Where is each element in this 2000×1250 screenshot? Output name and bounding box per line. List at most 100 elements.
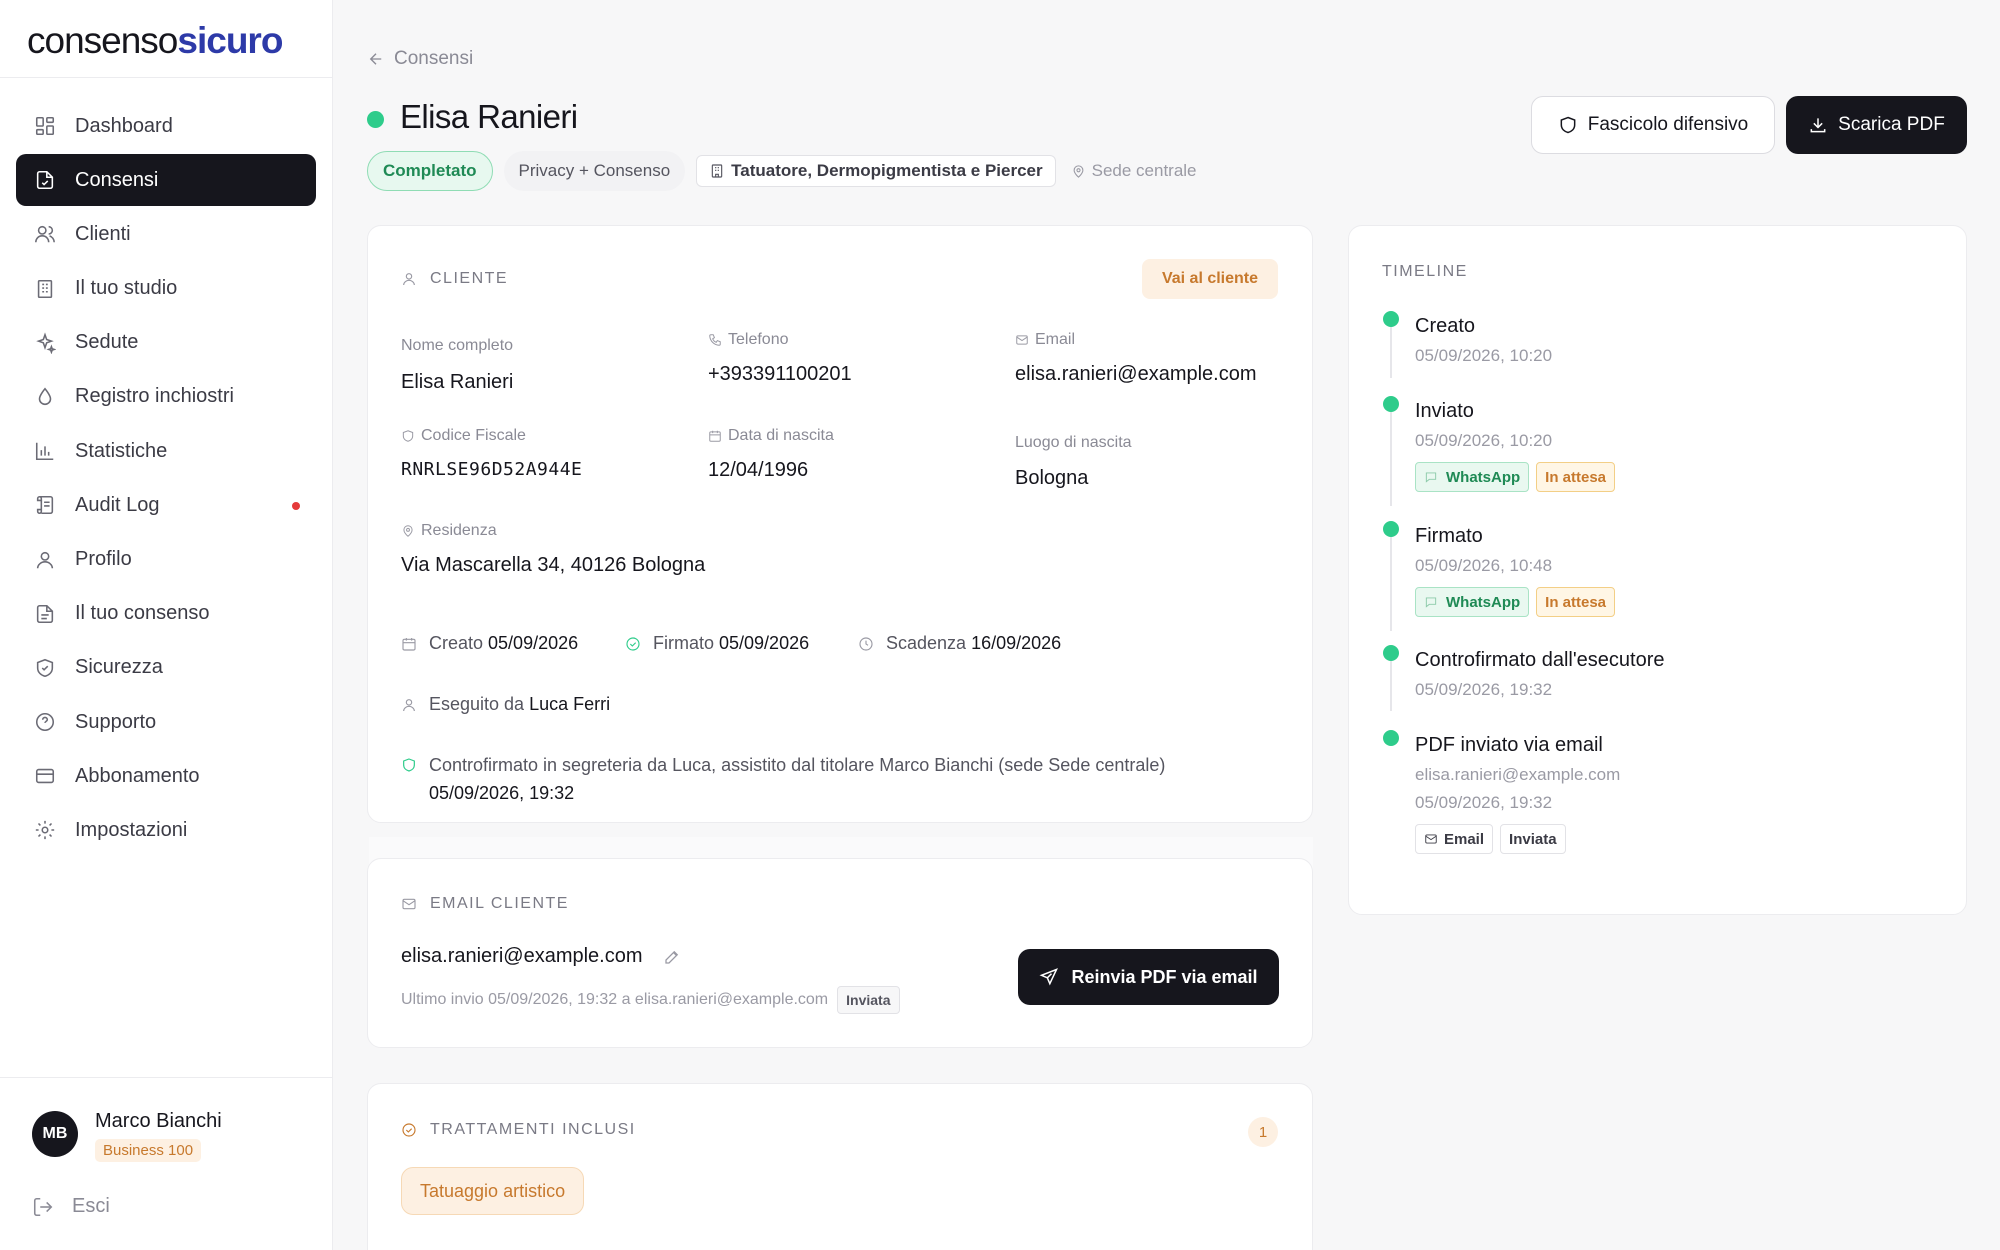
logout-button[interactable]: Esci (32, 1195, 110, 1218)
status-badge: Completato (367, 151, 493, 191)
user-name: Marco Bianchi (95, 1110, 222, 1132)
divider (0, 1077, 333, 1078)
sidebar-item-sedute[interactable]: Sedute (16, 317, 316, 369)
sidebar-item-abbonamento[interactable]: Abbonamento (16, 750, 316, 802)
email-label: Email (1015, 331, 1075, 349)
logout-icon (33, 1197, 53, 1216)
send-icon (1039, 968, 1059, 986)
location-label: Sede centrale (1091, 161, 1197, 180)
pencil-icon[interactable] (663, 948, 681, 966)
countersign-note: Controfirmato in segreteria da Luca, ass… (401, 751, 1165, 807)
sidebar-item-impostazioni[interactable]: Impostazioni (16, 804, 316, 856)
map-pin-icon (1073, 164, 1084, 178)
bar-chart-icon (35, 442, 54, 461)
sidebar-item-audit-log[interactable]: Audit Log (16, 479, 316, 531)
divider (0, 77, 333, 78)
sparkles-icon (36, 332, 56, 354)
shield-icon (403, 758, 415, 772)
type-badge: Privacy + Consenso (503, 151, 686, 191)
gear-icon (35, 821, 55, 840)
sidebar-item-label: Supporto (75, 710, 157, 733)
sidebar-item-il-tuo-consenso[interactable]: Il tuo consenso (16, 588, 316, 640)
last-send-info: Ultimo invio 05/09/2026, 19:32 a elisa.r… (401, 986, 900, 1014)
building-icon (711, 164, 723, 178)
channel-badge: Email (1415, 824, 1494, 854)
plan-badge: Business 100 (95, 1139, 202, 1162)
sidebar-item-studio[interactable]: Il tuo studio (16, 263, 316, 315)
resend-pdf-button[interactable]: Reinvia PDF via email (1018, 949, 1279, 1005)
client-email: elisa.ranieri@example.com (401, 945, 681, 968)
email-value: elisa.ranieri@example.com (1015, 363, 1257, 385)
sidebar-item-label: Il tuo consenso (75, 602, 210, 625)
profession-label: Tatuatore, Dermopigmentista e Piercer (731, 161, 1043, 180)
mail-icon (1425, 834, 1437, 844)
download-pdf-button[interactable]: Scarica PDF (1786, 96, 1967, 154)
client-card (367, 225, 1313, 1047)
timeline-event-tags: WhatsApp In attesa (1415, 587, 1616, 617)
sidebar-item-registro-inchiostri[interactable]: Registro inchiostri (16, 371, 316, 423)
user-icon (403, 273, 415, 286)
sidebar-item-clienti[interactable]: Clienti (16, 208, 316, 260)
timeline-event-time: 05/09/2026, 10:20 (1415, 346, 1553, 365)
timeline-event-tags: WhatsApp In attesa (1415, 462, 1616, 492)
back-link[interactable]: Consensi (367, 48, 473, 70)
check-circle-icon (626, 636, 640, 651)
state-badge: Inviata (1500, 824, 1566, 854)
goto-client-button[interactable]: Vai al cliente (1142, 259, 1278, 299)
nome-label: Nome completo (401, 337, 514, 354)
help-circle-icon (35, 713, 55, 732)
sidebar-item-label: Consensi (75, 168, 159, 191)
timeline-event-title: PDF inviato via email (1415, 734, 1603, 756)
luogo-value: Bologna (1015, 467, 1089, 489)
shield-icon (402, 430, 414, 442)
timeline-event-time: 05/09/2026, 10:20 (1415, 431, 1553, 450)
sidebar-item-dashboard[interactable]: Dashboard (16, 100, 316, 152)
user-icon (36, 551, 54, 568)
app-logo[interactable]: consensosicuro (27, 20, 283, 62)
sidebar-item-label: Dashboard (75, 114, 173, 137)
status-indicator (367, 111, 384, 128)
timeline-event-title: Inviato (1415, 400, 1474, 422)
profession-badge: Tatuatore, Dermopigmentista e Piercer (696, 155, 1056, 187)
timeline-event-time: 05/09/2026, 10:48 (1415, 556, 1553, 575)
sidebar-item-label: Clienti (75, 222, 131, 245)
timeline-dot (1383, 311, 1399, 327)
telefono-label: Telefono (708, 331, 789, 349)
timeline-connector (1390, 322, 1392, 378)
sidebar-item-profilo[interactable]: Profilo (16, 534, 316, 586)
timeline-event-time: 05/09/2026, 19:32 (1415, 680, 1553, 699)
users-icon (35, 226, 55, 243)
check-circle-icon (402, 1123, 416, 1137)
state-badge: In attesa (1536, 462, 1616, 492)
sidebar-item-label: Audit Log (75, 493, 160, 516)
nascita-value: 12/04/1996 (708, 459, 809, 481)
mail-icon (402, 898, 416, 910)
file-text-icon (36, 604, 54, 623)
luogo-label: Luogo di nascita (1015, 434, 1132, 451)
credit-card-icon (35, 769, 55, 784)
calendar-icon (709, 430, 721, 442)
timeline-title: TIMELINE (1382, 263, 1468, 280)
timeline-event-time: 05/09/2026, 19:32 (1415, 793, 1553, 812)
sidebar-item-sicurezza[interactable]: Sicurezza (16, 642, 316, 694)
timeline-dot (1383, 521, 1399, 537)
document-check-icon (36, 171, 54, 190)
sidebar-item-supporto[interactable]: Supporto (16, 696, 316, 748)
logout-label: Esci (72, 1195, 110, 1217)
fascicolo-difensivo-button[interactable]: Fascicolo difensivo (1531, 96, 1775, 154)
shield-check-icon (36, 658, 54, 677)
cf-label: Codice Fiscale (401, 427, 526, 445)
avatar[interactable]: MB (32, 1111, 78, 1157)
user-icon (403, 698, 415, 711)
button-label: Scarica PDF (1838, 114, 1945, 135)
timeline-connector (1390, 532, 1392, 631)
treatments-section-title: TRATTAMENTI INCLUSI (401, 1121, 636, 1139)
sidebar-item-statistiche[interactable]: Statistiche (16, 425, 316, 477)
channel-badge: WhatsApp (1415, 462, 1530, 492)
page-title: Elisa Ranieri (400, 98, 578, 135)
nascita-label: Data di nascita (708, 427, 834, 445)
mail-icon (1016, 335, 1028, 345)
telefono-value: +393391100201 (708, 363, 852, 385)
sidebar-item-consensi[interactable]: Consensi (16, 154, 316, 207)
residenza-label: Residenza (401, 522, 497, 540)
